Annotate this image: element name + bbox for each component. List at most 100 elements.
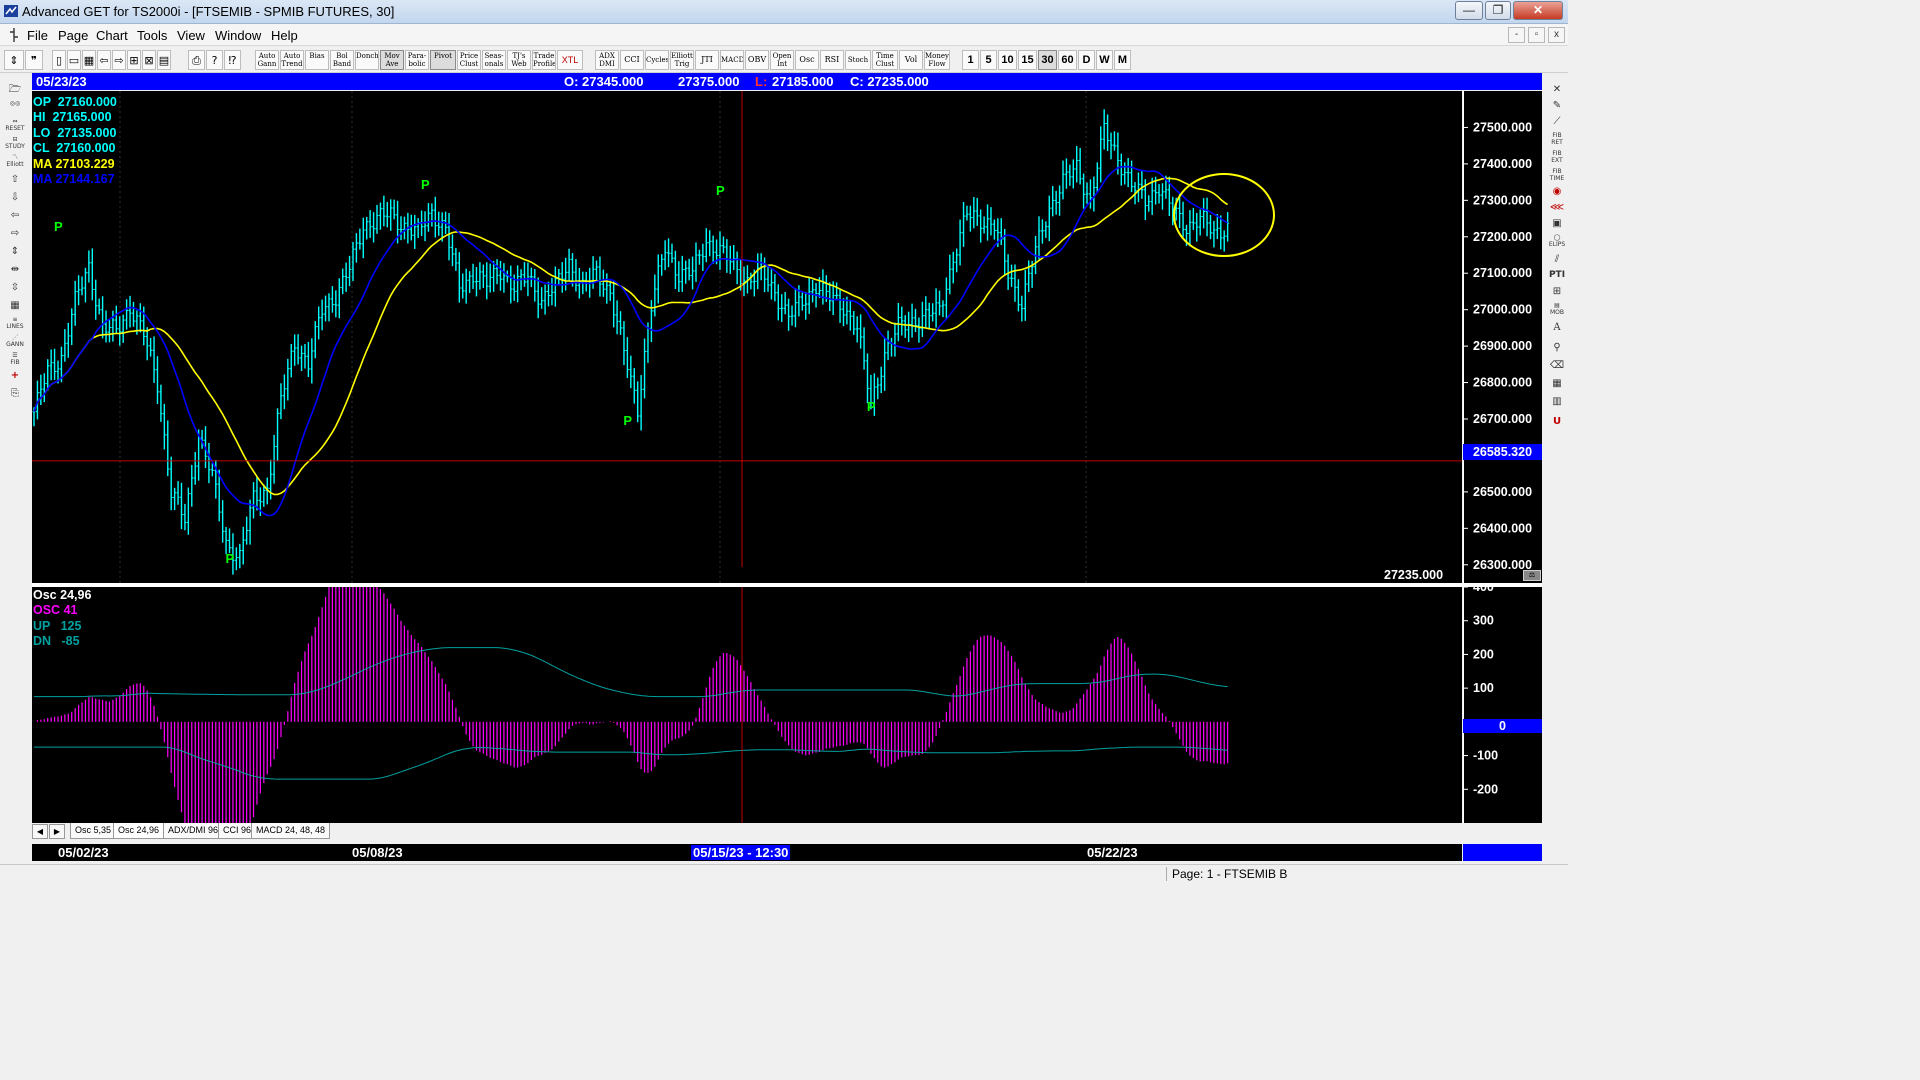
fib-ret-icon[interactable]: FIB RET [1547, 132, 1567, 147]
parabolic-button[interactable]: Para-bolic [405, 50, 429, 70]
mdi-minimize-button[interactable]: - [1508, 27, 1525, 43]
print-icon[interactable]: ⎙ [188, 50, 205, 70]
timeframe-5-button[interactable]: 5 [980, 50, 997, 70]
timeframe-d-button[interactable]: D [1078, 50, 1095, 70]
expand-vertical-icon[interactable]: ⇕ [4, 244, 26, 259]
jti-button[interactable]: JTI [695, 50, 719, 70]
grid-tool-icon[interactable]: ▦ [4, 298, 26, 313]
text-tool-icon[interactable]: A [1547, 320, 1567, 335]
timeframe-w-button[interactable]: W [1096, 50, 1113, 70]
cci-button[interactable]: CCI [620, 50, 644, 70]
copy-icon[interactable]: ▭ [67, 50, 81, 70]
fib-icon[interactable]: ☰ FIB [4, 352, 26, 367]
money-flow-button[interactable]: Money Flow [924, 50, 950, 70]
timeframe-30-button[interactable]: 30 [1038, 50, 1057, 70]
auto-gann-button[interactable]: Auto Gann [255, 50, 279, 70]
menu-chart[interactable]: Chart [96, 28, 128, 43]
spiral-icon[interactable]: ◉ [1547, 184, 1567, 199]
osc-button[interactable]: Osc [795, 50, 819, 70]
tab-adx-dmi-96[interactable]: ADX/DMI 96 [163, 823, 224, 839]
magnifier-icon[interactable]: ⚲ [1547, 340, 1567, 355]
arrow-down-icon[interactable]: ⇩ [4, 190, 26, 205]
open-folder-icon[interactable]: 🗁 [4, 82, 26, 97]
close-button[interactable]: ✕ [1513, 1, 1563, 20]
pti-icon[interactable]: PTI [1547, 268, 1567, 283]
channel-icon[interactable]: ⫽ [1547, 252, 1567, 267]
vol-button[interactable]: Vol [899, 50, 923, 70]
tab-scroll-right-icon[interactable]: ▶ [49, 824, 65, 839]
gann-box-icon[interactable]: ⊞ [1547, 284, 1567, 299]
forward-icon[interactable]: ⇨ [112, 50, 126, 70]
arrow-up-icon[interactable]: ⇧ [4, 172, 26, 187]
tjs-web-button[interactable]: TJ's Web [507, 50, 531, 70]
crosshair-icon[interactable]: + [4, 368, 26, 383]
price-chart-panel[interactable]: P P P P P P OP 27160.000 HI 27165.000 LO 2713… [32, 91, 1462, 583]
tab-osc-24-96[interactable]: Osc 24,96 [113, 823, 165, 839]
minimize-button[interactable]: — [1455, 1, 1483, 20]
mdi-close-button[interactable]: x [1548, 27, 1565, 43]
timeframe-10-button[interactable]: 10 [998, 50, 1017, 70]
book-icon[interactable]: ▥ [1547, 394, 1567, 409]
cursor-icon[interactable]: ⇕ [4, 50, 24, 70]
expand-horizontal-icon[interactable]: ⇹ [4, 262, 26, 277]
oscillator-panel[interactable]: Osc 24,96 OSC 41 UP 125 DN -85 [32, 587, 1462, 823]
rsi-button[interactable]: RSI [820, 50, 844, 70]
price-clust-button[interactable]: Price Clust [457, 50, 481, 70]
pencil-icon[interactable]: ✎ [1547, 98, 1567, 113]
clipboard-icon[interactable]: ⎘ [4, 386, 26, 401]
trendline-icon[interactable]: ⟋ [1547, 114, 1567, 129]
timeframe-1-button[interactable]: 1 [962, 50, 979, 70]
ellipse-icon[interactable]: ◯ ELIPS [1547, 234, 1567, 249]
magnet-icon[interactable]: U [1547, 414, 1567, 429]
menu-page[interactable]: Page [58, 28, 88, 43]
arrow-left-icon[interactable]: ⇦ [4, 208, 26, 223]
back-icon[interactable]: ⇦ [97, 50, 111, 70]
menu-tools[interactable]: Tools [137, 28, 167, 43]
auto-trend-button[interactable]: Auto Trend [280, 50, 304, 70]
fan-icon[interactable]: ⋘ [1547, 200, 1567, 215]
ellipse-tool-icon[interactable]: ◎◎ [4, 100, 26, 115]
fib-time-icon[interactable]: FIB TIME [1547, 168, 1567, 183]
menu-file[interactable]: File [27, 28, 48, 43]
time-clust-button[interactable]: Time Clust [872, 50, 898, 70]
trade-profile-button[interactable]: Trade Profile [532, 50, 556, 70]
pivot-button[interactable]: Pivot [430, 50, 456, 70]
elliott-trig-button[interactable]: Elliott Trig [670, 50, 694, 70]
menu-view[interactable]: View [177, 28, 205, 43]
stoch-button[interactable]: Stoch [845, 50, 871, 70]
study-icon[interactable]: ⊟ STUDY [4, 136, 26, 151]
layout-icon[interactable]: ▤ [157, 50, 171, 70]
obv-button[interactable]: OBV [745, 50, 769, 70]
macd-button[interactable]: MACD [720, 50, 744, 70]
maximize-button[interactable]: ❐ [1485, 1, 1511, 20]
elliott-icon[interactable]: 〽 Elliott [4, 154, 26, 169]
new-page-icon[interactable]: ▯ [52, 50, 66, 70]
close-x-icon[interactable]: ✕ [1547, 82, 1567, 97]
arrow-right-icon[interactable]: ⇨ [4, 226, 26, 241]
quote-icon[interactable]: ❞ [25, 50, 43, 70]
grid-icon[interactable]: ▦ [82, 50, 96, 70]
cycles-button[interactable]: Cycles [645, 50, 669, 70]
reset-icon[interactable]: ⇔ RESET [4, 118, 26, 133]
timeframe-m-button[interactable]: M [1114, 50, 1131, 70]
gann-icon[interactable]: ⋰ GANN [4, 334, 26, 349]
box-tool-icon[interactable]: ▣ [1547, 216, 1567, 231]
bol-band-button[interactable]: Bol Band [330, 50, 354, 70]
mob-icon[interactable]: ▤ MOB [1547, 302, 1567, 317]
tab-macd[interactable]: MACD 24, 48, 48 [251, 823, 331, 839]
bias-button[interactable]: Bias [305, 50, 329, 70]
menu-help[interactable]: Help [271, 28, 298, 43]
donch-button[interactable]: Donch [355, 50, 379, 70]
delete-icon[interactable]: ⊠ [142, 50, 156, 70]
tab-osc-5-35[interactable]: Osc 5,35 [70, 823, 117, 839]
mdi-restore-button[interactable]: ▫ [1528, 27, 1545, 43]
fib-ext-icon[interactable]: FIB EXT [1547, 150, 1567, 165]
open-int-button[interactable]: Open Int [770, 50, 794, 70]
xtl-button[interactable]: XTL [557, 50, 583, 70]
menu-window[interactable]: Window [215, 28, 261, 43]
context-help-icon[interactable]: ⁉ [224, 50, 241, 70]
compress-icon[interactable]: ⇳ [4, 280, 26, 295]
help-icon[interactable]: ? [206, 50, 223, 70]
tab-scroll-left-icon[interactable]: ◀ [32, 824, 48, 839]
timeframe-60-button[interactable]: 60 [1058, 50, 1077, 70]
